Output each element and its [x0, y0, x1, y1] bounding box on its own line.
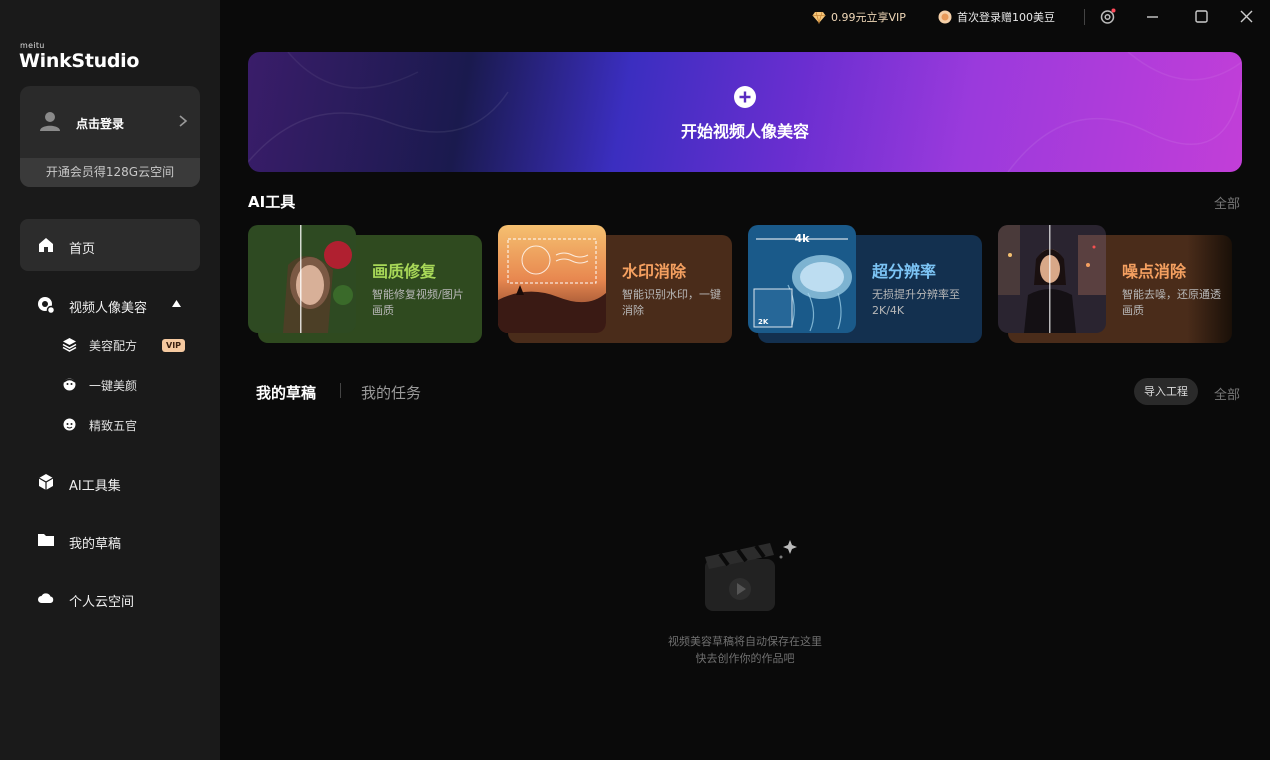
tool-description: 智能识别水印，一键消除 — [622, 288, 721, 317]
close-icon[interactable] — [1238, 8, 1255, 25]
nav-video-beauty-label: 视频人像美容 — [69, 301, 148, 316]
tool-title: 画质修复 — [372, 262, 437, 281]
tab-my-drafts[interactable]: 我的草稿 — [256, 382, 316, 403]
tab-divider — [340, 383, 341, 398]
empty-state-line2: 快去创作你的作品吧 — [695, 652, 795, 665]
import-project-button[interactable]: 导入工程 — [1134, 378, 1198, 405]
maximize-icon[interactable] — [1193, 8, 1210, 25]
nav-cloud-space[interactable]: 个人云空间 — [20, 572, 200, 624]
quality-repair-thumbnail — [248, 225, 356, 333]
tool-card-watermark-removal[interactable]: 水印消除 智能识别水印，一键消除 — [498, 225, 732, 343]
super-resolution-thumbnail: 4k 2K — [748, 225, 856, 333]
ai-toolbox-icon — [38, 474, 54, 490]
vip-badge: VIP — [162, 339, 186, 352]
face-features-icon — [63, 418, 76, 431]
nav-ai-toolbox-label: AI工具集 — [69, 479, 121, 494]
sub-nav-beauty-formula-label: 美容配方 — [89, 339, 138, 353]
titlebar-divider — [1084, 9, 1085, 25]
folder-icon — [38, 534, 54, 546]
tool-title: 噪点消除 — [1122, 262, 1187, 281]
tool-title: 水印消除 — [622, 262, 687, 281]
plus-circle-icon — [734, 86, 756, 108]
tool-description: 智能去噪，还原通透画质 — [1122, 288, 1221, 317]
nav-ai-toolbox[interactable]: AI工具集 — [20, 456, 200, 508]
tool-card-quality-repair[interactable]: 画质修复 智能修复视频/图片画质 — [248, 225, 482, 343]
nav-home[interactable]: 首页 — [20, 219, 200, 271]
noise-removal-thumbnail — [998, 225, 1106, 333]
login-label: 点击登录 — [76, 117, 125, 131]
watermark-removal-thumbnail — [498, 225, 606, 333]
svg-text:4k: 4k — [795, 232, 811, 245]
drafts-see-all[interactable]: 全部 — [1214, 384, 1240, 403]
start-video-beauty-banner[interactable]: 开始视频人像美容 — [248, 52, 1242, 172]
nav-home-label: 首页 — [69, 242, 96, 257]
title-bar: 0.99元立享VIP 首次登录赠100美豆 — [220, 0, 1270, 34]
video-beauty-icon — [38, 297, 55, 314]
caret-up-icon[interactable] — [171, 299, 182, 308]
tool-description: 智能修复视频/图片画质 — [372, 288, 464, 317]
empty-state-line1: 视频美容草稿将自动保存在这里 — [668, 635, 822, 648]
brand-sublogo: meitu — [20, 41, 45, 50]
bean-coin-icon — [938, 10, 952, 24]
chevron-right-icon — [179, 115, 188, 127]
sub-nav-one-click-beauty[interactable]: 一键美颜 — [60, 370, 200, 400]
app-logo: WinkStudio — [19, 50, 140, 72]
layers-icon — [62, 338, 77, 352]
nav-cloud-space-label: 个人云空间 — [69, 595, 135, 610]
home-icon — [39, 238, 53, 252]
diamond-icon — [812, 11, 826, 24]
svg-text:2K: 2K — [758, 318, 769, 326]
vip-promo-link[interactable]: 0.99元立享VIP — [812, 9, 906, 25]
tab-my-tasks[interactable]: 我的任务 — [361, 382, 421, 403]
membership-promo[interactable]: 开通会员得128G云空间 — [20, 158, 200, 187]
face-beauty-icon — [63, 378, 76, 391]
user-avatar-icon — [40, 112, 60, 131]
ai-tools-see-all[interactable]: 全部 — [1214, 193, 1240, 212]
sidebar: meitu WinkStudio 点击登录 开通会员得128G云空间 首页 视频… — [0, 0, 220, 760]
nav-my-drafts[interactable]: 我的草稿 — [20, 514, 200, 566]
tool-card-noise-removal[interactable]: 噪点消除 智能去噪，还原通透画质 — [998, 225, 1232, 343]
clapperboard-empty-icon — [705, 540, 797, 611]
sub-nav-facial-features-label: 精致五官 — [89, 419, 138, 433]
nav-my-drafts-label: 我的草稿 — [69, 537, 122, 552]
banner-label: 开始视频人像美容 — [680, 122, 809, 141]
login-button[interactable]: 点击登录 — [20, 86, 200, 158]
settings-icon[interactable] — [1099, 8, 1116, 25]
login-gift-text: 首次登录赠100美豆 — [957, 11, 1055, 24]
ai-tools-title: AI工具 — [248, 193, 296, 211]
tool-description: 无损提升分辨率至2K/4K — [872, 288, 960, 317]
sub-nav-facial-features[interactable]: 精致五官 — [60, 410, 200, 440]
nav-video-beauty[interactable]: 视频人像美容 — [20, 279, 200, 331]
vip-promo-text: 0.99元立享VIP — [831, 11, 906, 24]
minimize-icon[interactable] — [1144, 8, 1161, 25]
sub-nav-one-click-beauty-label: 一键美颜 — [89, 379, 138, 393]
tool-title: 超分辨率 — [872, 262, 937, 281]
login-gift-link[interactable]: 首次登录赠100美豆 — [938, 9, 1055, 25]
cloud-icon — [38, 593, 54, 603]
tool-card-super-resolution[interactable]: 4k 2K 超分辨率 无损提升分辨率至2K/4K — [748, 225, 982, 343]
sub-nav-beauty-formula[interactable]: 美容配方 VIP — [60, 330, 200, 360]
banner-decoration — [248, 52, 1242, 172]
login-card: 点击登录 开通会员得128G云空间 — [20, 86, 200, 187]
